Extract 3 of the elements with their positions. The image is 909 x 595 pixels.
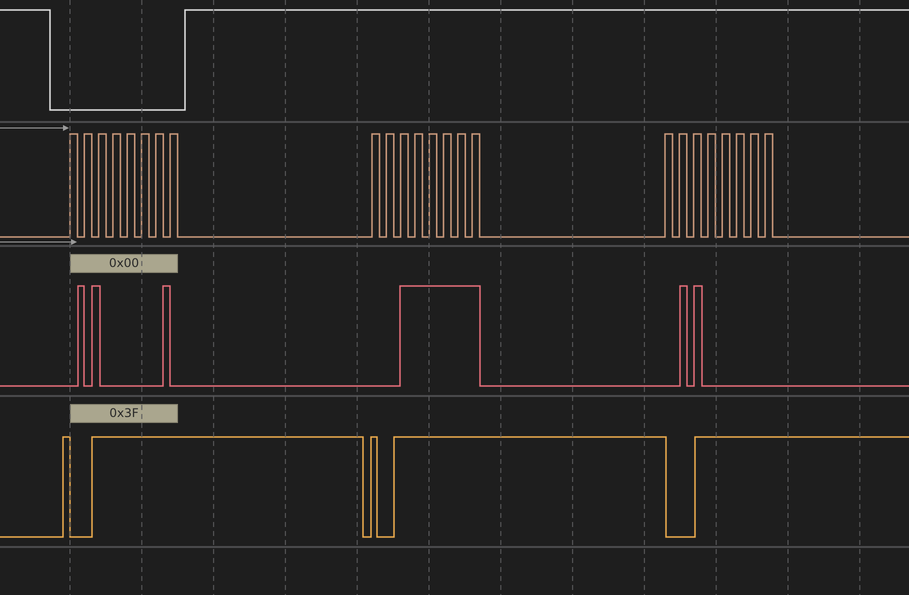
marker-arrow — [0, 125, 69, 131]
decoded-value-label: 0x00 — [70, 254, 178, 273]
decoded-value-label: 0x3F — [70, 404, 178, 423]
